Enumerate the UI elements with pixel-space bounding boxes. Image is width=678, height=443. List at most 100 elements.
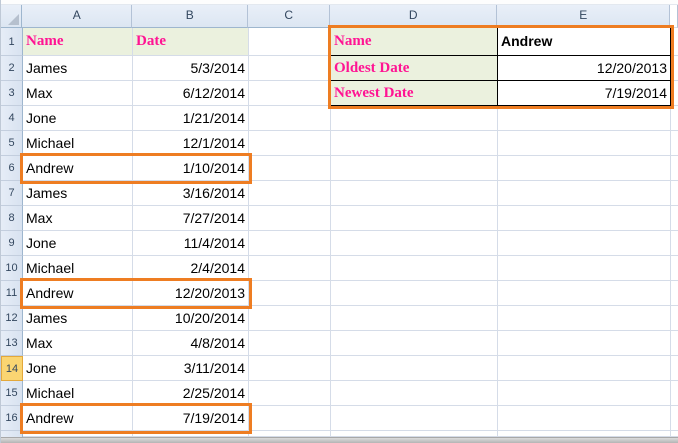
column-header-a[interactable]: A	[22, 5, 132, 28]
cell-c7[interactable]	[249, 181, 331, 206]
row-header-14-selected[interactable]: 14	[1, 356, 23, 381]
cell-e15[interactable]	[498, 381, 671, 406]
cell-c13[interactable]	[249, 331, 331, 356]
cell-d2-summary-oldest-label[interactable]: Oldest Date	[331, 56, 498, 81]
row-header-16[interactable]: 16	[1, 406, 23, 431]
cell-a8[interactable]: Max	[23, 206, 133, 231]
cell-c14[interactable]	[249, 356, 331, 381]
cell-b6[interactable]: 1/10/2014	[133, 156, 249, 181]
cell-d5[interactable]	[331, 131, 498, 156]
cell-c15[interactable]	[249, 381, 331, 406]
cell-c8[interactable]	[249, 206, 331, 231]
cell-c11[interactable]	[249, 281, 331, 306]
cell-c2[interactable]	[249, 56, 331, 81]
cell-a6[interactable]: Andrew	[23, 156, 133, 181]
cell-a7[interactable]: James	[23, 181, 133, 206]
cell-c12[interactable]	[249, 306, 331, 331]
row-header-6[interactable]: 6	[1, 156, 23, 181]
cell-b9[interactable]: 11/4/2014	[133, 231, 249, 256]
cell-c9[interactable]	[249, 231, 331, 256]
cell-a1-name-header[interactable]: Name	[23, 28, 133, 56]
cell-c5[interactable]	[249, 131, 331, 156]
cell-a12[interactable]: James	[23, 306, 133, 331]
cell-c3[interactable]	[249, 81, 331, 106]
cell-c16[interactable]	[249, 406, 331, 431]
cell-d6[interactable]	[331, 156, 498, 181]
cell-c6[interactable]	[249, 156, 331, 181]
cell-e5[interactable]	[498, 131, 671, 156]
cell-d16[interactable]	[331, 406, 498, 431]
row-header-1[interactable]: 1	[1, 28, 23, 56]
cell-d11[interactable]	[331, 281, 498, 306]
row-header-11[interactable]: 11	[1, 281, 23, 306]
row-header-10[interactable]: 10	[1, 256, 23, 281]
cell-d3-summary-newest-label[interactable]: Newest Date	[331, 81, 498, 106]
cell-b14[interactable]: 3/11/2014	[133, 356, 249, 381]
cell-e9[interactable]	[498, 231, 671, 256]
cell-b2[interactable]: 5/3/2014	[133, 56, 249, 81]
cell-e3-summary-newest-value[interactable]: 7/19/2014	[498, 81, 671, 106]
cell-e6[interactable]	[498, 156, 671, 181]
cell-e10[interactable]	[498, 256, 671, 281]
row-header-13[interactable]: 13	[1, 331, 23, 356]
cell-e2-summary-oldest-value[interactable]: 12/20/2013	[498, 56, 671, 81]
cell-e1-summary-name-value[interactable]: Andrew	[498, 28, 671, 56]
row-header-8[interactable]: 8	[1, 206, 23, 231]
column-header-b[interactable]: B	[132, 5, 248, 28]
cell-d4[interactable]	[331, 106, 498, 131]
column-header-c[interactable]: C	[248, 5, 330, 28]
row-header-3[interactable]: 3	[1, 81, 23, 106]
cell-d8[interactable]	[331, 206, 498, 231]
cell-a2[interactable]: James	[23, 56, 133, 81]
cell-b3[interactable]: 6/12/2014	[133, 81, 249, 106]
row-header-4[interactable]: 4	[1, 106, 23, 131]
cell-b11[interactable]: 12/20/2013	[133, 281, 249, 306]
cell-b5[interactable]: 12/1/2014	[133, 131, 249, 156]
cell-d9[interactable]	[331, 231, 498, 256]
cell-e16[interactable]	[498, 406, 671, 431]
column-header-e[interactable]: E	[497, 5, 670, 28]
cell-a16[interactable]: Andrew	[23, 406, 133, 431]
cell-e12[interactable]	[498, 306, 671, 331]
cell-a9[interactable]: Jone	[23, 231, 133, 256]
cell-a15[interactable]: Michael	[23, 381, 133, 406]
cell-d10[interactable]	[331, 256, 498, 281]
cell-d1-summary-name-label[interactable]: Name	[331, 28, 498, 56]
cell-b8[interactable]: 7/27/2014	[133, 206, 249, 231]
row-header-12[interactable]: 12	[1, 306, 23, 331]
cell-e4[interactable]	[498, 106, 671, 131]
cell-e11[interactable]	[498, 281, 671, 306]
cell-b4[interactable]: 1/21/2014	[133, 106, 249, 131]
cell-e8[interactable]	[498, 206, 671, 231]
cell-a11[interactable]: Andrew	[23, 281, 133, 306]
cell-d12[interactable]	[331, 306, 498, 331]
row-header-9[interactable]: 9	[1, 231, 23, 256]
cell-c10[interactable]	[249, 256, 331, 281]
cell-a4[interactable]: Jone	[23, 106, 133, 131]
cell-c1[interactable]	[249, 28, 331, 56]
row-header-2[interactable]: 2	[1, 56, 23, 81]
row-header-7[interactable]: 7	[1, 181, 23, 206]
cell-e7[interactable]	[498, 181, 671, 206]
cell-d15[interactable]	[331, 381, 498, 406]
cell-c4[interactable]	[249, 106, 331, 131]
cell-b1-date-header[interactable]: Date	[133, 28, 249, 56]
cell-a3[interactable]: Max	[23, 81, 133, 106]
cell-a14[interactable]: Jone	[23, 356, 133, 381]
cell-d14[interactable]	[331, 356, 498, 381]
cell-e13[interactable]	[498, 331, 671, 356]
cell-b16[interactable]: 7/19/2014	[133, 406, 249, 431]
cell-b13[interactable]: 4/8/2014	[133, 331, 249, 356]
cell-b7[interactable]: 3/16/2014	[133, 181, 249, 206]
row-header-5[interactable]: 5	[1, 131, 23, 156]
cell-a10[interactable]: Michael	[23, 256, 133, 281]
cell-d7[interactable]	[331, 181, 498, 206]
cell-b12[interactable]: 10/20/2014	[133, 306, 249, 331]
cell-a5[interactable]: Michael	[23, 131, 133, 156]
row-header-15[interactable]: 15	[1, 381, 23, 406]
cell-d13[interactable]	[331, 331, 498, 356]
cell-a13[interactable]: Max	[23, 331, 133, 356]
select-all-button[interactable]	[1, 5, 22, 28]
column-header-d[interactable]: D	[330, 5, 497, 28]
cell-b10[interactable]: 2/4/2014	[133, 256, 249, 281]
